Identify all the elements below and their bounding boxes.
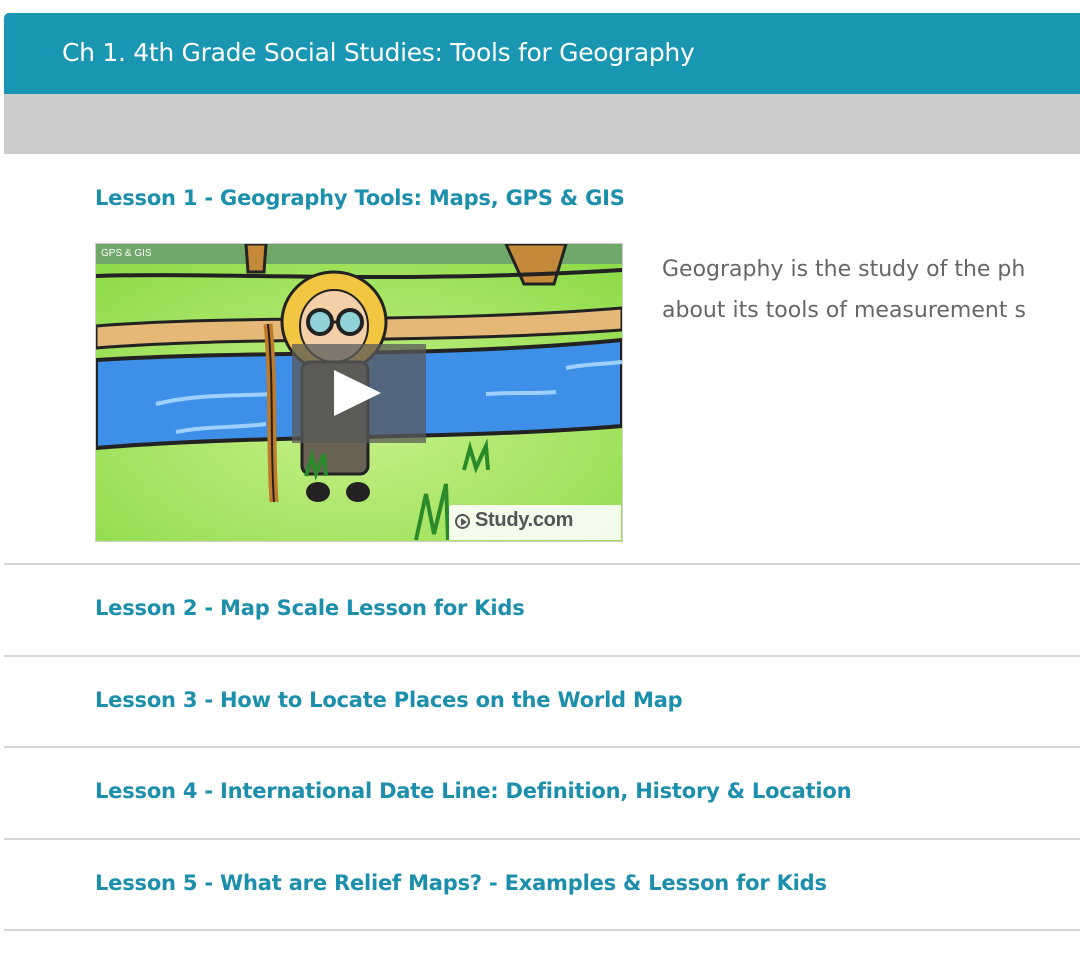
study-com-watermark: Study.com bbox=[449, 505, 621, 540]
video-play-button[interactable] bbox=[292, 344, 426, 443]
page: Ch 1. 4th Grade Social Studies: Tools fo… bbox=[0, 0, 1080, 953]
chapter-subbar bbox=[4, 94, 1080, 154]
lesson-1-description: Geography is the study of the ph about i… bbox=[662, 249, 1080, 331]
chapter-panel: Ch 1. 4th Grade Social Studies: Tools fo… bbox=[4, 13, 1080, 953]
lesson-2-link[interactable]: Lesson 2 - Map Scale Lesson for Kids bbox=[95, 596, 525, 620]
description-line-1: Geography is the study of the ph bbox=[662, 257, 1026, 282]
lesson-1-video-thumbnail[interactable]: GPS & GIS Study.com bbox=[95, 243, 623, 542]
lesson-divider bbox=[4, 746, 1080, 748]
chapter-title: Ch 1. 4th Grade Social Studies: Tools fo… bbox=[62, 38, 695, 67]
lesson-4-link[interactable]: Lesson 4 - International Date Line: Defi… bbox=[95, 779, 852, 803]
watermark-text: Study.com bbox=[475, 509, 574, 531]
lesson-divider bbox=[4, 838, 1080, 840]
lesson-divider bbox=[4, 929, 1080, 931]
lesson-divider bbox=[4, 563, 1080, 565]
lesson-3-link[interactable]: Lesson 3 - How to Locate Places on the W… bbox=[95, 688, 683, 712]
description-line-2: about its tools of measurement s bbox=[662, 298, 1026, 323]
play-icon bbox=[334, 370, 381, 416]
lesson-divider bbox=[4, 655, 1080, 657]
lesson-1-link[interactable]: Lesson 1 - Geography Tools: Maps, GPS & … bbox=[95, 186, 625, 210]
chapter-header: Ch 1. 4th Grade Social Studies: Tools fo… bbox=[4, 13, 1080, 94]
lesson-5-link[interactable]: Lesson 5 - What are Relief Maps? - Examp… bbox=[95, 871, 827, 895]
study-com-logo-icon bbox=[455, 514, 470, 529]
video-topic-label: GPS & GIS bbox=[101, 248, 152, 259]
